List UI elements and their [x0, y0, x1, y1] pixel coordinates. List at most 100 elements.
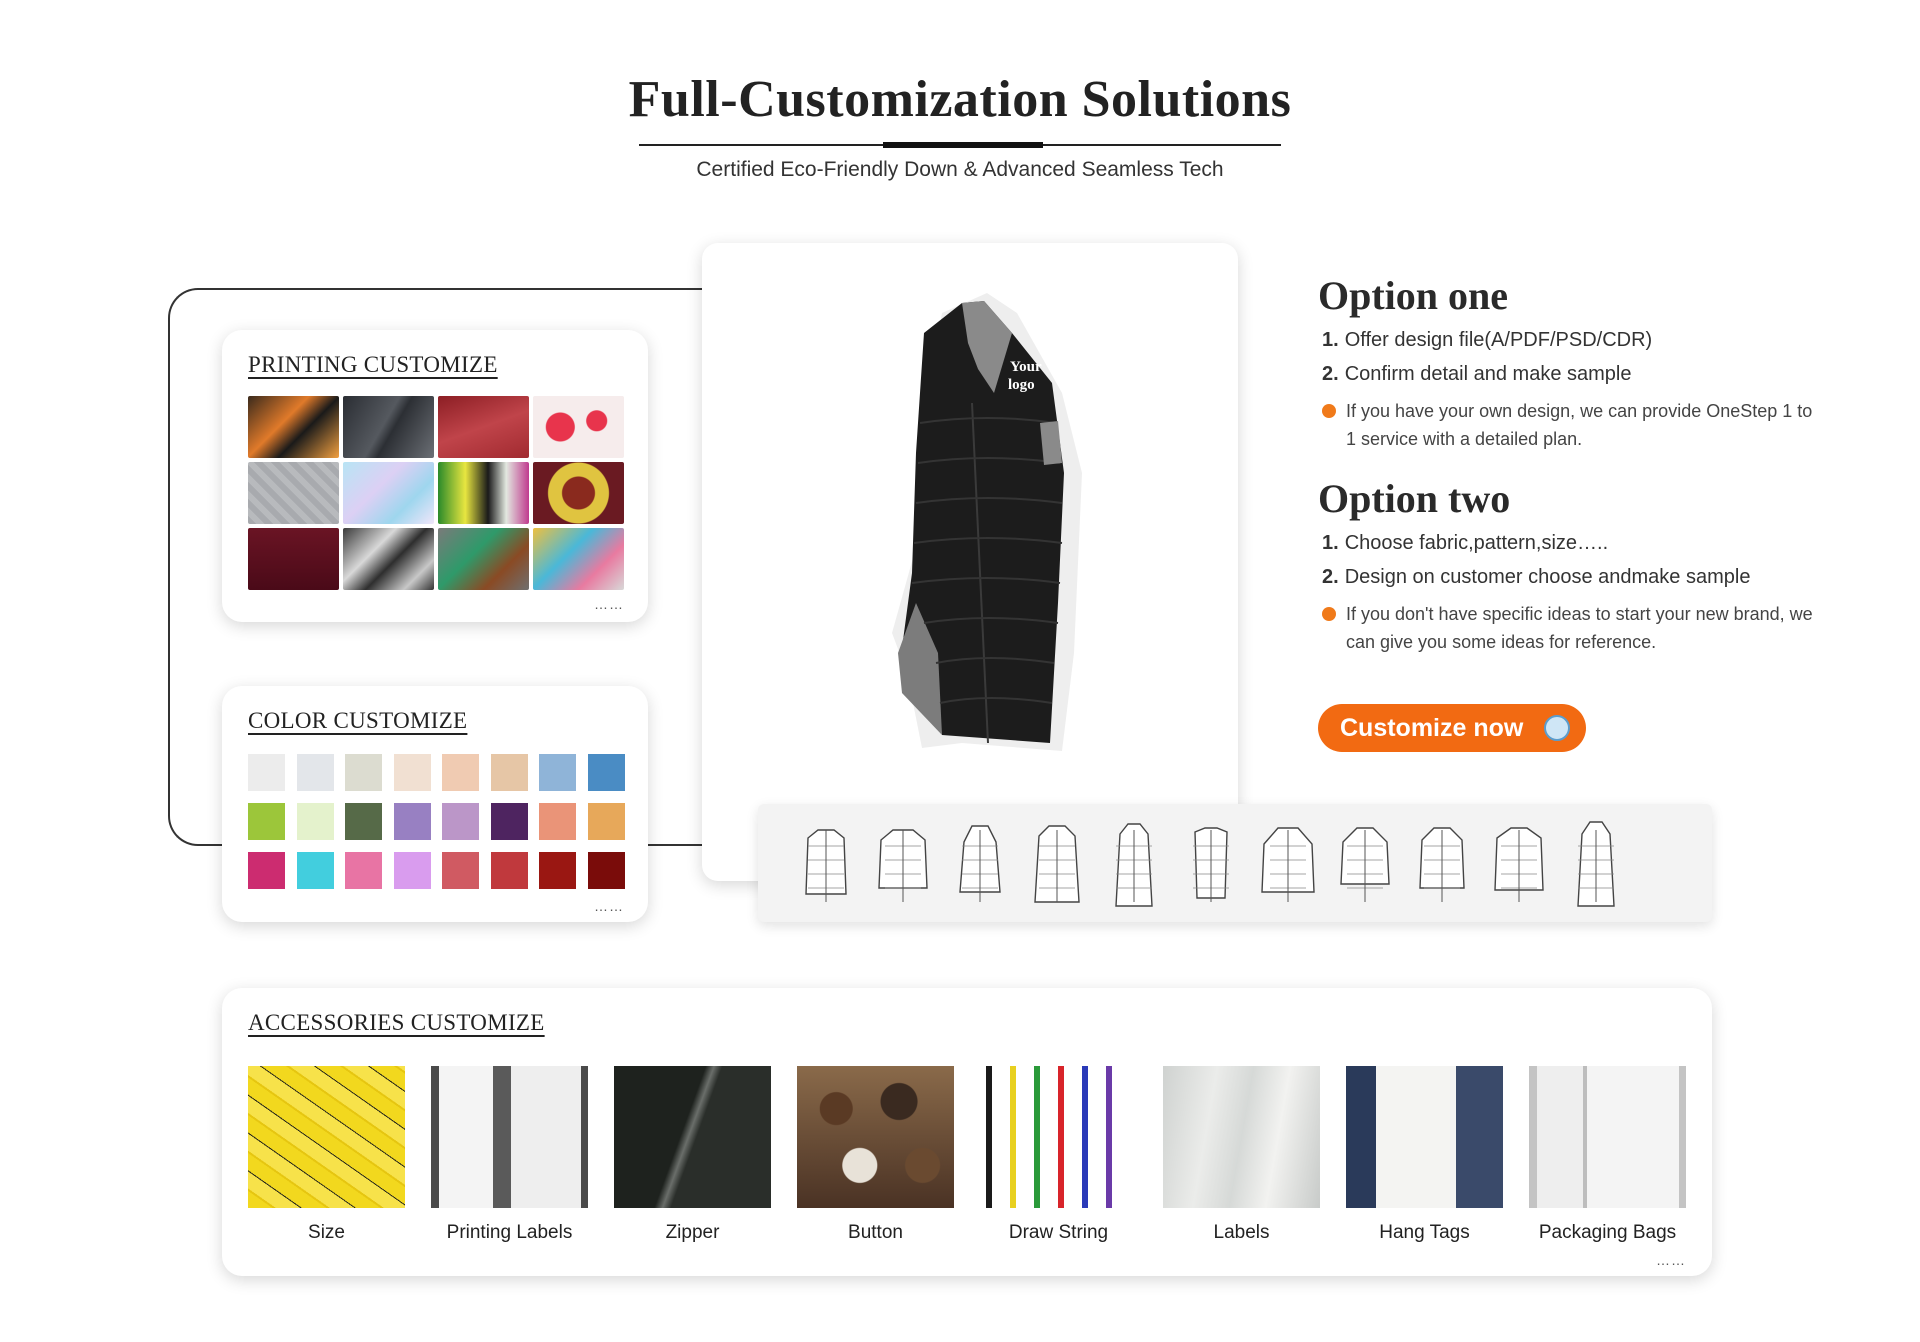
print-sample-chenille[interactable] [248, 396, 339, 458]
print-sample-puff-print[interactable] [533, 396, 624, 458]
print-sample-graffiti[interactable] [438, 462, 529, 524]
jacket-style-sketch[interactable] [1333, 818, 1397, 910]
title-divider-accent [883, 142, 1043, 148]
accessories-customize-card: ACCESSORIES CUSTOMIZE Size Printing Labe… [222, 988, 1712, 1276]
color-swatch[interactable] [490, 754, 528, 791]
print-sample-emboss[interactable] [248, 462, 339, 524]
color-swatch[interactable] [587, 852, 625, 889]
color-swatch[interactable] [587, 803, 625, 840]
accessory-label: Hang Tags [1379, 1222, 1470, 1243]
color-swatch[interactable] [539, 852, 576, 889]
accessory-item-labels[interactable]: Labels [1163, 1066, 1320, 1244]
color-swatch[interactable] [248, 852, 285, 889]
color-swatch[interactable] [442, 754, 479, 791]
page-subtitle: Certified Eco-Friendly Down & Advanced S… [696, 158, 1224, 181]
jacket-style-sketch[interactable] [1179, 818, 1243, 910]
color-swatch[interactable] [442, 803, 479, 840]
color-swatch-grid [248, 754, 625, 889]
color-customize-card: COLOR CUSTOMIZE …… [222, 686, 648, 922]
customize-now-button[interactable]: Customize now [1318, 704, 1586, 752]
accessories-more-indicator: …… [1656, 1252, 1686, 1268]
color-customize-title: COLOR CUSTOMIZE [248, 708, 468, 733]
option-two-title: Option two [1318, 476, 1511, 521]
color-swatch[interactable] [393, 852, 431, 889]
accessory-item-hang-tags[interactable]: Hang Tags [1346, 1066, 1503, 1244]
print-sample-holographic[interactable] [343, 462, 434, 524]
color-swatch[interactable] [296, 852, 334, 889]
color-swatch[interactable] [442, 852, 479, 889]
accessory-item-size[interactable]: Size [248, 1066, 405, 1244]
option-two-note: If you don't have specific ideas to star… [1322, 600, 1818, 656]
step-text: Confirm detail and make sample [1344, 363, 1632, 385]
jacket-style-sketch[interactable] [794, 818, 858, 910]
accessory-label: Button [848, 1222, 903, 1243]
color-swatch[interactable] [345, 754, 382, 791]
print-sample-felt-patch[interactable] [438, 528, 529, 590]
printing-samples-grid [248, 396, 624, 590]
color-more-indicator: …… [594, 898, 624, 914]
page-title: Full-Customization Solutions [628, 71, 1292, 128]
printing-more-indicator: …… [594, 596, 624, 612]
jacket-style-sketch[interactable] [948, 818, 1012, 910]
accessory-item-packaging-bags[interactable]: Packaging Bags [1529, 1066, 1686, 1244]
jacket-style-sketch[interactable] [1564, 818, 1628, 910]
print-sample-red-fabric[interactable] [438, 396, 529, 458]
step-number: 1. [1322, 329, 1339, 351]
accessory-item-button[interactable]: Button [797, 1066, 954, 1244]
step-text: Choose fabric,pattern,size….. [1344, 532, 1609, 554]
printing-customize-title: PRINTING CUSTOMIZE [248, 352, 498, 377]
print-sample-rhinestone[interactable] [248, 528, 339, 590]
option-two-step-2: 2. Design on customer choose andmake samp… [1322, 566, 1818, 589]
option-one-note: If you have your own design, we can prov… [1322, 397, 1818, 453]
jacket-style-sketch[interactable] [1025, 818, 1089, 910]
chat-bubble-icon [1544, 715, 1570, 741]
hang-tags-image [1346, 1066, 1503, 1208]
jacket-style-sketch[interactable] [1487, 818, 1551, 910]
print-sample-embroidery[interactable] [343, 396, 434, 458]
color-swatch[interactable] [393, 754, 431, 791]
accessory-label: Size [308, 1222, 345, 1243]
accessory-label: Draw String [1008, 1222, 1109, 1243]
printing-customize-card: PRINTING CUSTOMIZE …… [222, 330, 648, 622]
accessory-label: Packaging Bags [1538, 1222, 1677, 1243]
logo-placeholder-text-2: logo [1008, 377, 1035, 393]
accessories-list: Size Printing Labels Zipper Button Draw … [248, 1066, 1686, 1244]
color-swatch[interactable] [539, 803, 576, 840]
color-swatch[interactable] [296, 754, 334, 791]
accessories-customize-title: ACCESSORIES CUSTOMIZE [248, 1010, 545, 1035]
buttons-image [797, 1066, 954, 1208]
color-swatch[interactable] [393, 803, 431, 840]
jacket-style-sketch[interactable] [1102, 818, 1166, 910]
jacket-style-sketch[interactable] [1410, 818, 1474, 910]
color-swatch[interactable] [345, 803, 382, 840]
accessory-item-draw-string[interactable]: Draw String [980, 1066, 1137, 1244]
draw-string-image [980, 1066, 1137, 1208]
color-swatch[interactable] [539, 754, 576, 791]
color-swatch[interactable] [587, 754, 625, 791]
bullet-dot-icon [1322, 404, 1336, 418]
color-swatch[interactable] [248, 803, 285, 840]
color-swatch[interactable] [296, 803, 334, 840]
print-sample-patches[interactable] [533, 528, 624, 590]
option-one-step-2: 2. Confirm detail and make sample [1322, 363, 1818, 386]
color-swatch[interactable] [490, 852, 528, 889]
color-swatch[interactable] [490, 803, 528, 840]
option-one-title: Option one [1318, 273, 1509, 318]
print-sample-letter-patch[interactable] [533, 462, 624, 524]
accessory-item-zipper[interactable]: Zipper [614, 1066, 771, 1244]
option-two-step-1: 1. Choose fabric,pattern,size….. [1322, 532, 1818, 555]
jacket-style-sketch[interactable] [871, 818, 935, 910]
accessory-label: Printing Labels [446, 1222, 573, 1243]
accessory-label: Zipper [665, 1222, 720, 1243]
step-number: 2. [1322, 363, 1339, 385]
color-swatch[interactable] [248, 754, 285, 791]
step-number: 2. [1322, 566, 1339, 588]
accessory-item-printing-labels[interactable]: Printing Labels [431, 1066, 588, 1244]
color-swatch[interactable] [345, 852, 382, 889]
print-sample-reflective[interactable] [343, 528, 434, 590]
jacket-style-sketch[interactable] [1256, 818, 1320, 910]
printing-labels-image [431, 1066, 588, 1208]
logo-placeholder-text-1: Your [1010, 359, 1042, 375]
note-text: If you have your own design, we can prov… [1346, 401, 1813, 449]
step-number: 1. [1322, 532, 1339, 554]
